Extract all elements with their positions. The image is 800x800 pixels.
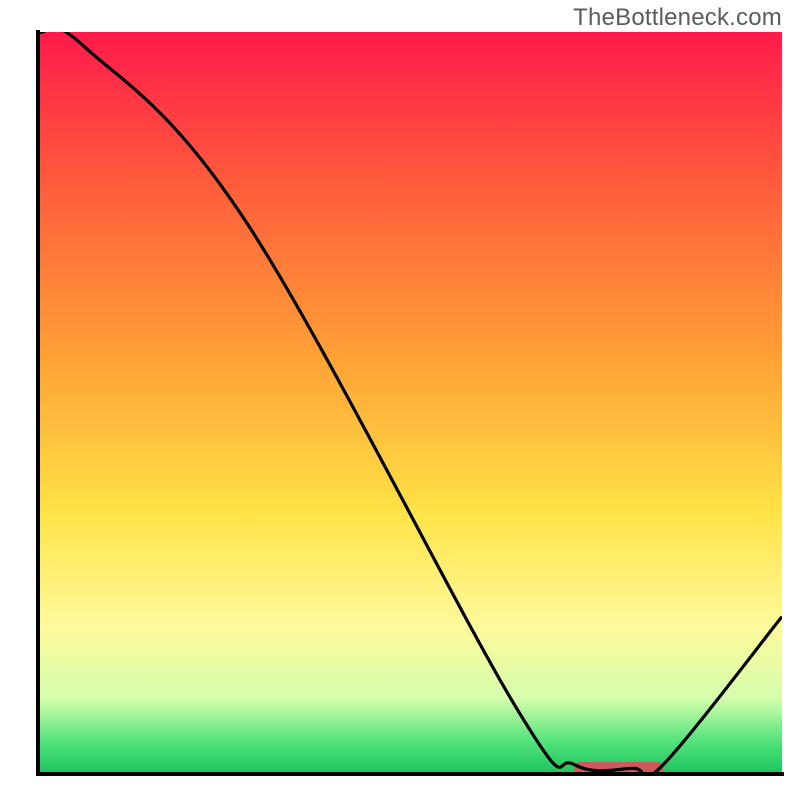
watermark-text: TheBottleneck.com [573,4,782,32]
gradient-background [40,32,782,772]
bottleneck-chart [0,0,800,800]
chart-container: TheBottleneck.com [0,0,800,800]
